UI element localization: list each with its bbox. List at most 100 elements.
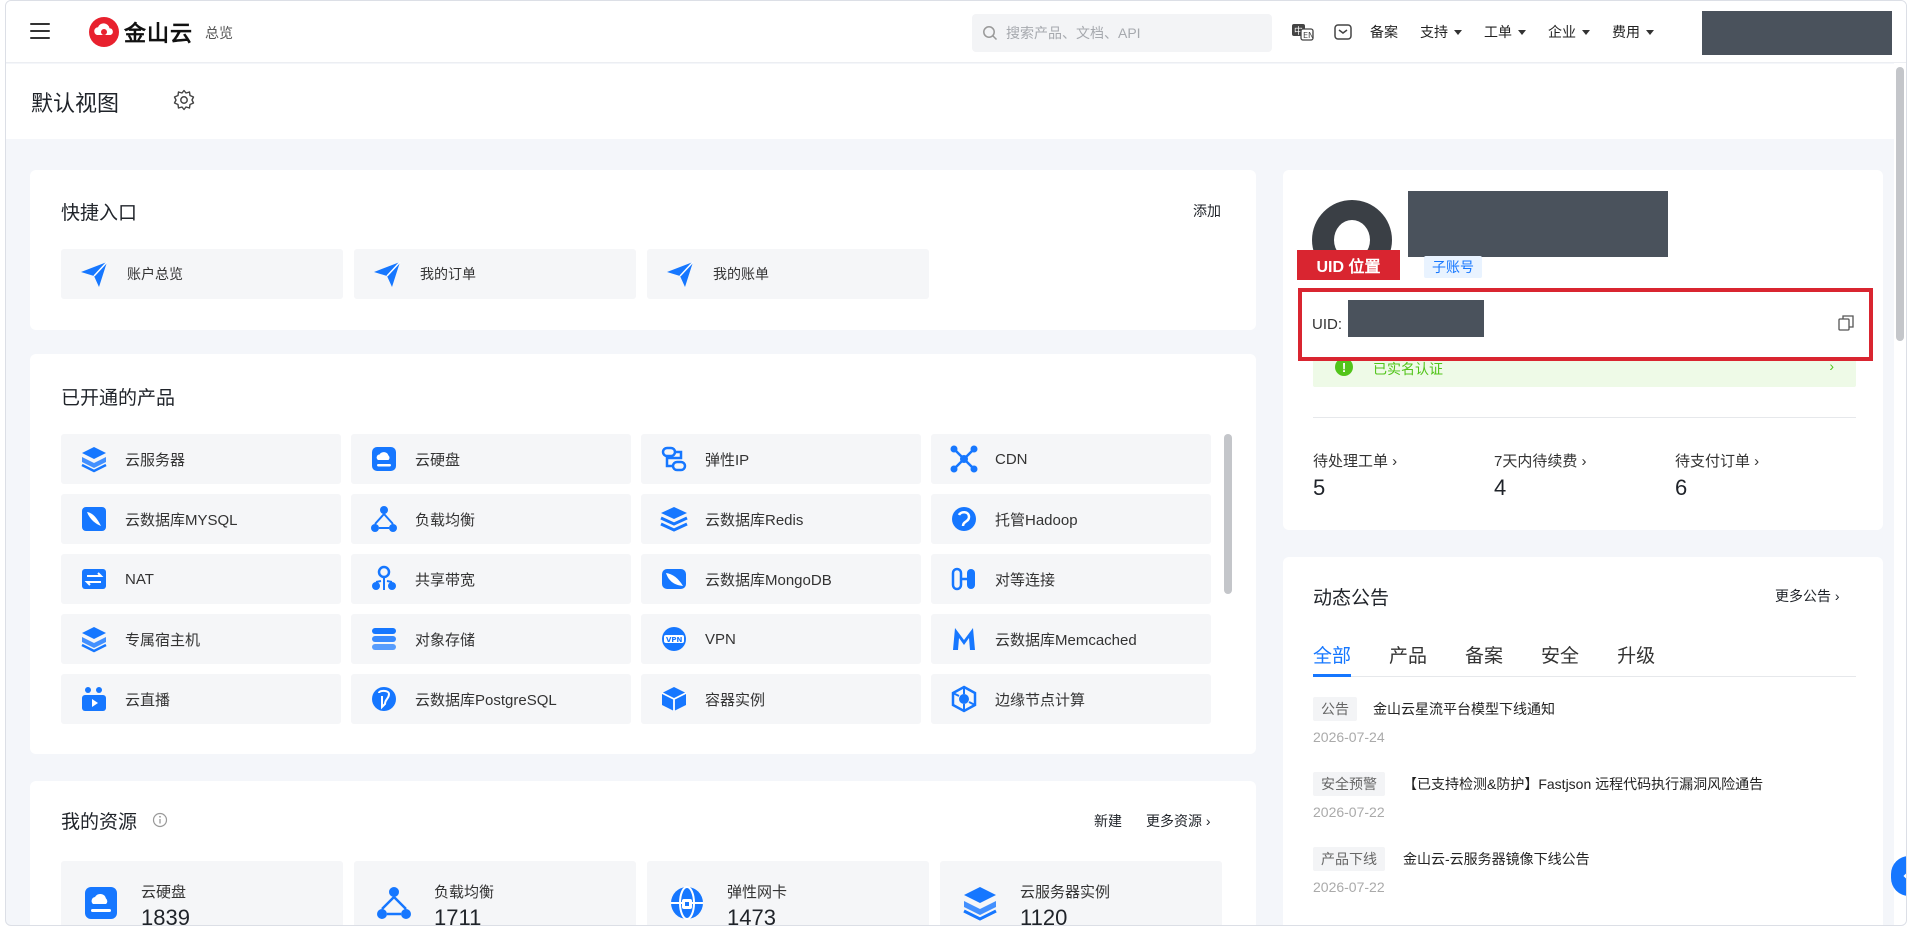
load-balancer-icon [377,887,411,919]
notice-item-title[interactable]: 金山云-云服务器镜像下线公告 [1403,849,1590,869]
quick-item-account[interactable]: 账户总览 [61,249,343,299]
nav-support[interactable]: 支持 [1420,22,1462,42]
resource-lb[interactable]: 负载均衡 1711 [354,861,636,925]
search-input[interactable] [1006,25,1256,41]
more-notices-link[interactable]: 更多公告 › [1775,586,1840,606]
notice-date: 2026-07-22 [1313,804,1385,820]
product-item-label: 云直播 [125,691,171,709]
notice-item[interactable]: 公告 金山云星流平台模型下线通知 2026-07-24 [1313,697,1856,761]
dedicated-host-icon [79,624,109,654]
quick-item-bills[interactable]: 我的账单 [647,249,929,299]
nav-enterprise[interactable]: 企业 [1548,22,1590,42]
product-item-hadoop[interactable]: 托管Hadoop [931,494,1211,544]
caret-down-icon [1646,29,1654,35]
tab-all[interactable]: 全部 [1313,641,1352,677]
more-notices-label: 更多公告 [1775,588,1831,604]
resource-disk[interactable]: 云硬盘 1839 [61,861,343,925]
overview-link[interactable]: 总览 [205,23,233,43]
server-icon [963,887,997,921]
quick-item-label: 账户总览 [127,266,183,282]
collapse-panel-button[interactable] [1891,856,1906,896]
resource-instance[interactable]: 云服务器实例 1120 [940,861,1222,926]
product-item-mongodb[interactable]: 云数据库MongoDB [641,554,921,604]
nav-support-label: 支持 [1420,24,1448,40]
notice-item[interactable]: 产品下线 金山云-云服务器镜像下线公告 2026-07-22 [1313,847,1856,911]
product-item-edge-compute[interactable]: 边缘节点计算 [931,674,1211,724]
notice-item[interactable]: 安全预警 【已支持检测&防护】Fastjson 远程代码执行漏洞风险通告 202… [1313,772,1856,836]
notice-tag: 安全预警 [1313,772,1385,796]
shared-bandwidth-icon [369,564,399,594]
products-scrollbar[interactable] [1224,434,1232,594]
copy-icon[interactable] [1837,314,1855,332]
stat-label-text: 7天内待续费 [1494,453,1578,470]
quick-add-link[interactable]: 添加 [1193,201,1221,221]
elastic-ip-icon [659,444,689,474]
product-item-label: 云数据库Redis [705,511,804,529]
product-item-vpn[interactable]: VPN VPN [641,614,921,664]
product-item-server[interactable]: 云服务器 [61,434,341,484]
stat-pending-tickets-value: 5 [1313,475,1326,500]
network-card-icon [671,886,703,920]
product-item-elastic-ip[interactable]: 弹性IP [641,434,921,484]
product-item-label: 云数据库MYSQL [125,511,238,529]
info-icon[interactable] [152,812,168,828]
page-scrollbar[interactable] [1896,67,1904,341]
quick-item-orders[interactable]: 我的订单 [354,249,636,299]
product-item-memcached[interactable]: 云数据库Memcached [931,614,1211,664]
nav-billing[interactable]: 费用 [1612,22,1654,42]
stat-unpaid-orders-value: 6 [1675,475,1688,500]
resources-new-link[interactable]: 新建 [1094,811,1122,831]
menu-icon[interactable] [30,23,50,39]
caret-down-icon [1518,29,1526,35]
nav-ticket-label: 工单 [1484,24,1512,40]
memcached-icon [949,624,979,654]
tab-security[interactable]: 安全 [1541,641,1579,677]
product-item-postgresql[interactable]: 云数据库PostgreSQL [351,674,631,724]
mongodb-icon [659,564,689,594]
product-item-cdn[interactable]: CDN [931,434,1211,484]
product-item-label: 云数据库MongoDB [705,571,832,589]
product-item-dedicated-host[interactable]: 专属宿主机 [61,614,341,664]
product-item-label: 专属宿主机 [125,631,201,649]
nav-ticket[interactable]: 工单 [1484,22,1526,42]
product-item-peering[interactable]: 对等连接 [931,554,1211,604]
product-item-container[interactable]: 容器实例 [641,674,921,724]
product-item-load-balancer[interactable]: 负载均衡 [351,494,631,544]
resource-count: 1473 [727,905,776,926]
notice-item-title[interactable]: 金山云星流平台模型下线通知 [1373,699,1555,719]
cloud-disk-icon [369,444,399,474]
send-icon [667,261,694,287]
notice-item-title[interactable]: 【已支持检测&防护】Fastjson 远程代码执行漏洞风险通告 [1403,774,1763,794]
tab-upgrade[interactable]: 升级 [1617,641,1655,677]
product-item-mysql[interactable]: 云数据库MYSQL [61,494,341,544]
product-item-cloud-disk[interactable]: 云硬盘 [351,434,631,484]
nav-beian[interactable]: 备案 [1370,22,1398,42]
caret-down-icon [1454,29,1462,35]
resource-count: 1120 [1020,905,1068,926]
stat-renewal-label[interactable]: 7天内待续费 › [1494,450,1587,471]
language-icon[interactable]: 中 EN [1290,19,1316,45]
svg-text:VPN: VPN [666,636,683,644]
user-menu-redacted[interactable] [1702,11,1892,55]
brand-logo[interactable]: 金山云 [88,15,193,49]
resources-more-link[interactable]: 更多资源 › [1146,811,1211,831]
console-window: 金山云 总览 中 EN [5,0,1907,926]
product-item-nat[interactable]: NAT [61,554,341,604]
search-box[interactable] [972,14,1272,52]
live-stream-icon [79,684,109,714]
tab-beian[interactable]: 备案 [1465,641,1503,677]
tab-product[interactable]: 产品 [1389,641,1427,677]
product-item-redis[interactable]: 云数据库Redis [641,494,921,544]
product-item-label: VPN [705,630,736,648]
product-item-shared-bandwidth[interactable]: 共享带宽 [351,554,631,604]
mysql-icon [79,504,109,534]
message-icon[interactable] [1330,19,1356,45]
product-item-live-stream[interactable]: 云直播 [61,674,341,724]
stat-unpaid-orders-label[interactable]: 待支付订单 › [1675,450,1759,471]
product-item-label: 容器实例 [705,691,766,709]
resource-eni[interactable]: 弹性网卡 1473 [647,861,929,926]
product-item-object-storage[interactable]: 对象存储 [351,614,631,664]
stat-label-text: 待支付订单 [1675,453,1751,470]
stat-pending-tickets-label[interactable]: 待处理工单 › [1313,450,1397,471]
gear-icon[interactable] [172,88,196,112]
